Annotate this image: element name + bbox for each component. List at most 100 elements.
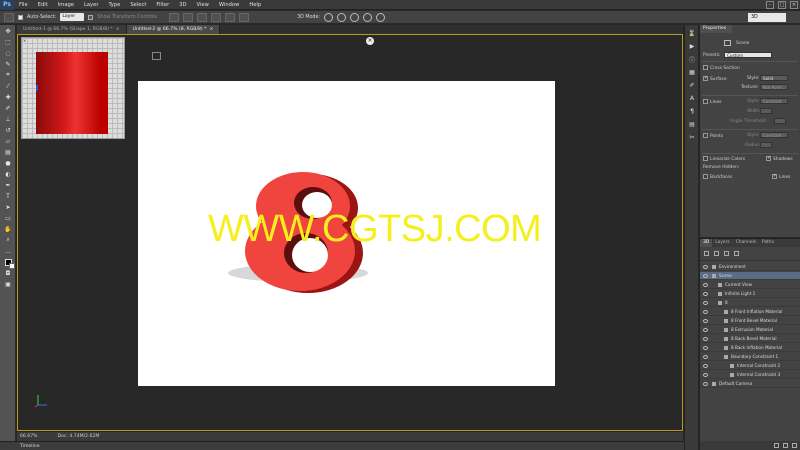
roll-icon[interactable] xyxy=(337,12,347,22)
shape-tool-icon[interactable]: ▭ xyxy=(2,213,14,223)
tab-layers[interactable]: Layers xyxy=(712,239,733,247)
scale-icon[interactable] xyxy=(376,12,386,22)
scene-tree-row[interactable]: 8 Front Bevel Material xyxy=(700,317,800,325)
filter-mesh-icon[interactable] xyxy=(714,251,719,256)
filter-material-icon[interactable] xyxy=(724,251,729,256)
visibility-eye-icon[interactable] xyxy=(703,283,708,287)
visibility-eye-icon[interactable] xyxy=(703,265,708,269)
3d-axis-widget[interactable] xyxy=(34,394,48,408)
menu-type[interactable]: Type xyxy=(103,0,125,10)
scene-tree-row[interactable]: 8 Back Inflation Material xyxy=(700,344,800,352)
pen-tool-icon[interactable]: ✒ xyxy=(2,180,14,190)
preview-close-icon[interactable]: × xyxy=(23,39,27,43)
screen-mode-icon[interactable]: ▣ xyxy=(2,279,14,289)
layer-comps-icon[interactable]: ▤ xyxy=(687,119,697,129)
gradient-icon[interactable]: ▤ xyxy=(2,147,14,157)
move-tool-icon[interactable]: ✥ xyxy=(2,26,14,36)
clone-stamp-icon[interactable]: ⊥ xyxy=(2,114,14,124)
lines-style-dropdown[interactable]: Constant xyxy=(760,98,788,104)
visibility-eye-icon[interactable] xyxy=(703,337,708,341)
backfaces-checkbox[interactable] xyxy=(703,174,708,179)
filter-scene-icon[interactable] xyxy=(704,251,709,256)
properties-tab[interactable]: Properties xyxy=(700,25,732,33)
type-tool-icon[interactable]: T xyxy=(2,191,14,201)
menu-filter[interactable]: Filter xyxy=(151,0,174,10)
menu-select[interactable]: Select xyxy=(125,0,151,10)
document-tab[interactable]: Untitled-2 @ 66.7% (8, RGB/8) * × xyxy=(126,25,221,34)
lasso-tool-icon[interactable]: ◌ xyxy=(2,48,14,58)
transform-controls-checkbox[interactable] xyxy=(88,14,94,20)
backfaces-row[interactable]: Backfaces xyxy=(703,174,732,180)
visibility-eye-icon[interactable] xyxy=(703,274,708,278)
paragraph-icon[interactable]: ¶ xyxy=(687,106,697,116)
points-radius-input[interactable] xyxy=(760,142,772,148)
texture-preview[interactable]: × xyxy=(21,37,125,139)
blur-icon[interactable]: ● xyxy=(2,158,14,168)
quick-mask-icon[interactable]: ◘ xyxy=(2,268,14,278)
new-layer-icon[interactable] xyxy=(783,443,788,448)
character-icon[interactable]: A xyxy=(687,93,697,103)
move-tool-icon[interactable] xyxy=(4,12,14,22)
tool-presets-icon[interactable]: ✂ xyxy=(687,132,697,142)
path-select-icon[interactable]: ➤ xyxy=(2,202,14,212)
scene-tree-row[interactable]: 8 Front Inflation Material xyxy=(700,308,800,316)
presets-dropdown[interactable]: Custom xyxy=(724,52,772,58)
doc-size-readout[interactable]: Doc: 4.74M/2.62M xyxy=(58,434,100,439)
tab-3d[interactable]: 3D xyxy=(700,239,713,247)
menu-edit[interactable]: Edit xyxy=(33,0,53,10)
linearize-row[interactable]: Linearize Colors xyxy=(703,156,745,162)
hand-tool-icon[interactable]: ✋ xyxy=(2,224,14,234)
visibility-eye-icon[interactable] xyxy=(703,301,708,305)
info-icon[interactable]: ⓘ xyxy=(687,54,697,64)
surface-checkbox[interactable] xyxy=(703,75,708,81)
quick-select-icon[interactable]: ✎ xyxy=(2,59,14,69)
marquee-tool-icon[interactable]: ⬚ xyxy=(2,37,14,47)
view-icon[interactable] xyxy=(152,52,161,60)
lines-row[interactable]: Lines xyxy=(703,99,721,105)
maximize-button[interactable]: □ xyxy=(778,1,786,9)
surface-style-dropdown[interactable]: Solid xyxy=(760,75,788,81)
texture-dropdown[interactable]: Not Avail... xyxy=(760,84,788,90)
menu-window[interactable]: Window xyxy=(214,0,244,10)
crop-tool-icon[interactable]: ⌗ xyxy=(2,70,14,80)
align-left-icon[interactable] xyxy=(211,12,222,22)
points-style-dropdown[interactable]: Constant xyxy=(760,132,788,138)
close-window-button[interactable]: × xyxy=(790,1,798,9)
delete-icon[interactable] xyxy=(792,443,797,448)
color-swatches-icon[interactable] xyxy=(2,257,15,269)
align-top-icon[interactable] xyxy=(169,12,180,22)
visibility-eye-icon[interactable] xyxy=(703,373,708,377)
scene-tree-row[interactable]: Internal Constraint 2 xyxy=(700,362,800,370)
scene-tree-row[interactable]: 8 Back Bevel Material xyxy=(700,335,800,343)
auto-select-dropdown[interactable]: Layer xyxy=(60,13,85,21)
shadows-row[interactable]: Shadows xyxy=(766,155,793,162)
filter-light-icon[interactable] xyxy=(734,251,739,256)
align-bottom-icon[interactable] xyxy=(197,12,208,22)
actions-icon[interactable]: ▶ xyxy=(687,41,697,51)
linearize-checkbox[interactable] xyxy=(703,156,708,161)
minimize-button[interactable]: – xyxy=(766,1,774,9)
menu-file[interactable]: File xyxy=(14,0,33,10)
scene-tree-row[interactable]: Scene xyxy=(700,272,800,280)
brush-tool-icon[interactable]: ✐ xyxy=(2,103,14,113)
new-light-icon[interactable] xyxy=(774,443,779,448)
pan-icon[interactable] xyxy=(350,12,360,22)
cross-section-checkbox[interactable] xyxy=(703,65,708,70)
canvas-area[interactable]: × × WWW.CGTSJ.COM xyxy=(17,34,683,431)
scene-tree-row[interactable]: Internal Constraint 3 xyxy=(700,371,800,379)
zoom-tool-icon[interactable]: ⌕ xyxy=(2,235,14,245)
visibility-eye-icon[interactable] xyxy=(703,292,708,296)
timeline-panel[interactable]: Timeline xyxy=(0,441,684,450)
visibility-eye-icon[interactable] xyxy=(703,319,708,323)
brush-presets-icon[interactable]: ✐ xyxy=(687,80,697,90)
tab-paths[interactable]: Paths xyxy=(759,239,777,247)
points-row[interactable]: Points xyxy=(703,133,723,139)
healing-brush-icon[interactable]: ✚ xyxy=(2,92,14,102)
scene-tree-row[interactable]: Current View xyxy=(700,281,800,289)
dodge-icon[interactable]: ◐ xyxy=(2,169,14,179)
menu-layer[interactable]: Layer xyxy=(79,0,103,10)
lines-width-input[interactable] xyxy=(760,108,772,114)
align-center-icon[interactable] xyxy=(225,12,236,22)
align-right-icon[interactable] xyxy=(239,12,250,22)
more-tools-icon[interactable]: … xyxy=(2,246,14,256)
